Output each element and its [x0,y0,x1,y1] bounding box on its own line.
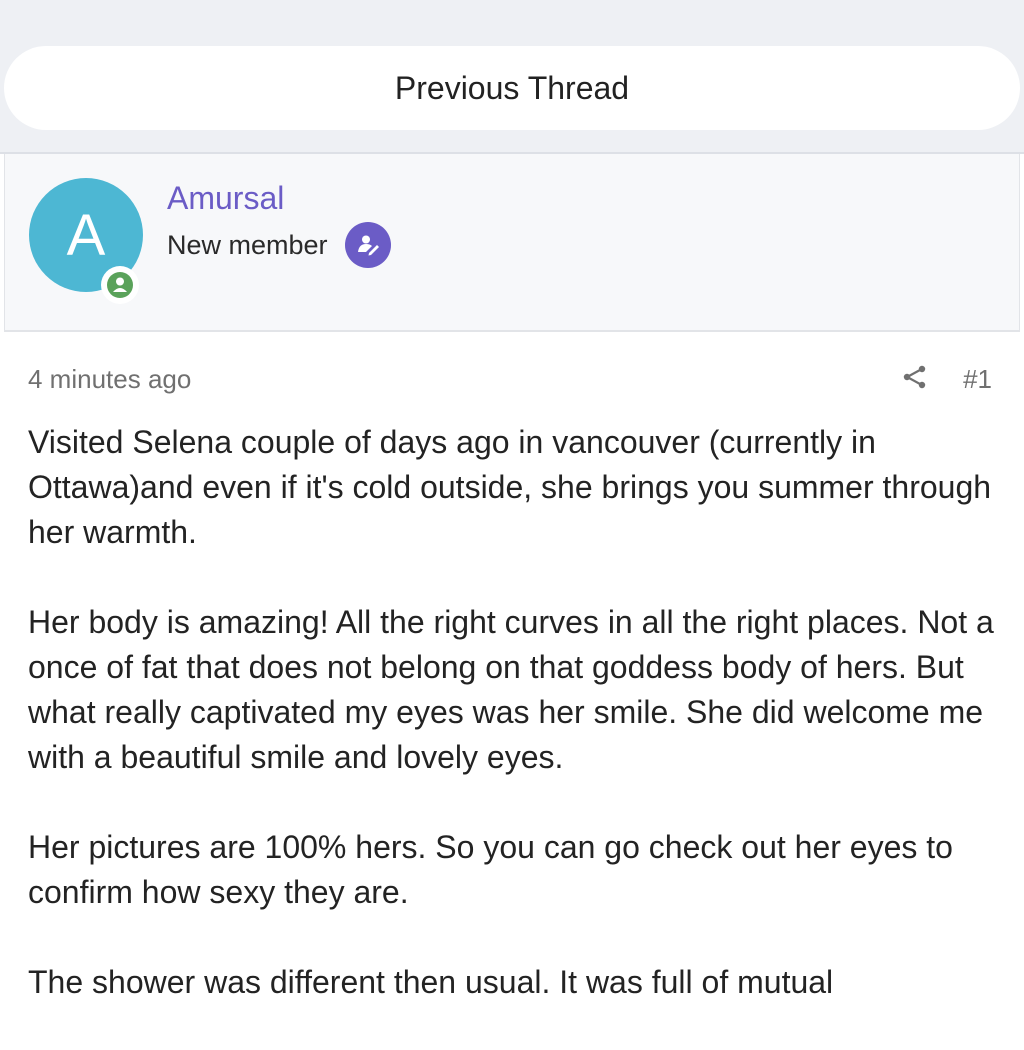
member-pen-icon [345,222,391,268]
post-body: Visited Selena couple of days ago in van… [28,420,996,1050]
post-paragraph: Her pictures are 100% hers. So you can g… [28,829,953,910]
previous-thread-label: Previous Thread [394,69,630,106]
post-timestamp[interactable]: 4 minutes ago [28,364,191,395]
previous-thread-button[interactable]: Previous Thread [4,46,1020,130]
avatar-letter: A [66,202,106,268]
user-online-icon [101,266,139,304]
post-number-link[interactable]: #1 [963,364,992,395]
member-title: New member [167,230,328,260]
post-paragraph: Visited Selena couple of days ago in van… [28,424,992,550]
user-info-panel: A Amursal New member [4,154,1020,332]
username-link[interactable]: Amursal [167,180,284,217]
post-meta: 4 minutes ago #1 [28,362,996,398]
share-icon[interactable] [900,362,930,392]
post-paragraph: The shower was different then usual. It … [28,964,834,1000]
post-paragraph: Her body is amazing! All the right curve… [28,604,994,775]
